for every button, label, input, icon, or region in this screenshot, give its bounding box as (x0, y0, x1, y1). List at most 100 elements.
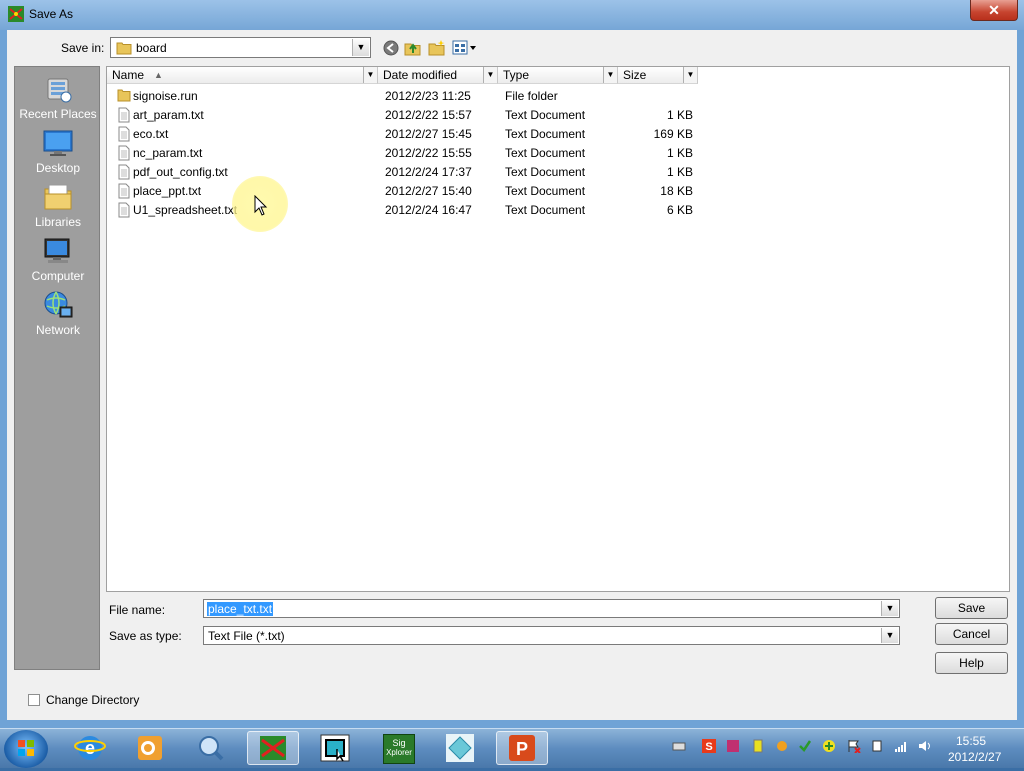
change-directory-label: Change Directory (46, 693, 140, 707)
column-header-name[interactable]: Name ▲ ▼ (107, 67, 378, 84)
place-label: Network (35, 323, 80, 337)
column-header-date[interactable]: Date modified ▼ (378, 67, 498, 84)
file-row[interactable]: nc_param.txt 2012/2/22 15:55 Text Docume… (107, 143, 707, 162)
tray-app-icon[interactable] (726, 739, 740, 753)
file-type: Text Document (505, 184, 586, 198)
places-bar: Recent Places Desktop Libraries Computer… (14, 66, 100, 670)
taskbar-allegro-pcb[interactable] (247, 731, 299, 765)
keyboard-icon[interactable] (672, 739, 686, 753)
action-center-icon[interactable] (847, 739, 861, 753)
chevron-down-icon[interactable]: ▼ (881, 601, 898, 616)
sigxplorer-icon: Sig Xplorer (383, 734, 415, 764)
chevron-down-icon[interactable]: ▼ (483, 67, 497, 83)
pcb-editor-icon (320, 734, 350, 762)
tray-check-icon[interactable] (798, 739, 812, 753)
change-directory-checkbox[interactable] (28, 694, 40, 706)
save-as-type-select[interactable]: Text File (*.txt) ▼ (203, 626, 900, 645)
column-header-type[interactable]: Type ▼ (498, 67, 618, 84)
svg-text:P: P (516, 739, 528, 759)
file-row[interactable]: U1_spreadsheet.txt 2012/2/24 16:47 Text … (107, 200, 707, 219)
file-name: eco.txt (133, 127, 169, 141)
clock-date[interactable]: 2012/2/27 (948, 750, 1001, 764)
place-libraries[interactable]: Libraries (15, 181, 101, 229)
sort-up-icon: ▲ (154, 70, 163, 80)
file-name-label: File name: (109, 603, 166, 617)
place-label: Libraries (34, 215, 82, 229)
file-row[interactable]: pdf_out_config.txt 2012/2/24 17:37 Text … (107, 162, 707, 181)
file-name-value: place_txt.txt (207, 602, 274, 616)
back-icon[interactable] (382, 39, 400, 57)
mouse-pointer-icon (254, 195, 268, 216)
file-size: 1 KB (666, 108, 693, 122)
search-tool-icon (199, 736, 224, 761)
chevron-down-icon[interactable]: ▼ (352, 39, 369, 56)
internet-explorer-icon: e (74, 736, 106, 760)
file-name-input[interactable]: place_txt.txt ▼ (203, 599, 900, 618)
tray-tool-icon[interactable] (775, 739, 789, 753)
chevron-down-icon[interactable]: ▼ (881, 628, 898, 643)
file-type: File folder (505, 89, 558, 103)
column-date-label: Date modified (383, 68, 458, 82)
close-button[interactable]: ✕ (970, 0, 1018, 21)
file-row[interactable]: place_ppt.txt 2012/2/27 15:40 Text Docum… (107, 181, 707, 200)
computer-icon (44, 238, 70, 263)
help-button[interactable]: Help (935, 652, 1008, 674)
place-label: Computer (31, 269, 85, 283)
clock-time[interactable]: 15:55 (956, 734, 986, 748)
taskbar-sigxplorer[interactable]: Sig Xplorer (372, 731, 424, 765)
start-button[interactable] (4, 730, 48, 768)
desktop-icon (43, 130, 73, 156)
sogou-ime-icon[interactable]: S (702, 739, 716, 753)
chevron-down-icon[interactable]: ▼ (363, 67, 377, 83)
file-date: 2012/2/27 15:40 (385, 184, 472, 198)
file-name: place_ppt.txt (133, 184, 202, 198)
taskbar-search-tool[interactable] (185, 731, 237, 765)
save-as-type-value: Text File (*.txt) (208, 629, 285, 643)
taskbar-outlook[interactable] (124, 731, 176, 765)
file-type: Text Document (505, 146, 586, 160)
file-row[interactable]: art_param.txt 2012/2/22 15:57 Text Docum… (107, 105, 707, 124)
recent-places-icon (47, 78, 72, 103)
tray-device-icon[interactable] (870, 739, 884, 753)
taskbar-diamond-app[interactable] (434, 731, 486, 765)
file-size: 6 KB (666, 203, 693, 217)
place-desktop[interactable]: Desktop (15, 127, 101, 175)
view-menu-icon[interactable] (452, 39, 478, 57)
file-row[interactable]: eco.txt 2012/2/27 15:45 Text Document 16… (107, 124, 707, 143)
save-in-combo[interactable]: board ▼ (110, 37, 371, 58)
file-row[interactable]: signoise.run 2012/2/23 11:25 File folder (107, 86, 707, 105)
column-header-size[interactable]: Size ▼ (618, 67, 698, 84)
chevron-down-icon[interactable]: ▼ (603, 67, 617, 83)
taskbar-pcb-editor[interactable] (309, 731, 361, 765)
battery-icon[interactable] (751, 739, 765, 753)
taskbar: e Sig Xplorer P S 15:55 2012/2/27 (0, 728, 1024, 768)
up-folder-icon[interactable] (404, 39, 422, 57)
save-in-label: Save in: (61, 41, 105, 55)
chevron-down-icon[interactable]: ▼ (683, 67, 697, 83)
text-file-icon (118, 202, 130, 218)
file-name: signoise.run (133, 89, 198, 103)
network-signal-icon[interactable] (894, 739, 908, 753)
file-size: 1 KB (666, 146, 693, 160)
file-name: U1_spreadsheet.txt (133, 203, 238, 217)
sigxplorer-label-2: Xplorer (386, 748, 412, 757)
text-file-icon (118, 126, 130, 142)
title-bar[interactable]: Save As ✕ (0, 0, 1024, 30)
save-button[interactable]: Save (935, 597, 1008, 619)
windows-logo-icon (18, 740, 34, 756)
taskbar-internet-explorer[interactable]: e (64, 731, 116, 765)
volume-icon[interactable] (918, 739, 932, 753)
place-label: Recent Places (19, 107, 97, 121)
sigxplorer-label-1: Sig (392, 738, 406, 748)
taskbar-powerpoint[interactable]: P (496, 731, 548, 765)
file-type: Text Document (505, 108, 586, 122)
tray-plus-icon[interactable] (822, 739, 836, 753)
place-network[interactable]: Network (15, 289, 101, 337)
text-file-icon (118, 107, 130, 123)
place-recent-places[interactable]: Recent Places (15, 73, 101, 121)
new-folder-icon[interactable] (428, 39, 446, 57)
save-as-type-label: Save as type: (109, 629, 182, 643)
cancel-button[interactable]: Cancel (935, 623, 1008, 645)
place-computer[interactable]: Computer (15, 235, 101, 283)
text-file-icon (118, 145, 130, 161)
